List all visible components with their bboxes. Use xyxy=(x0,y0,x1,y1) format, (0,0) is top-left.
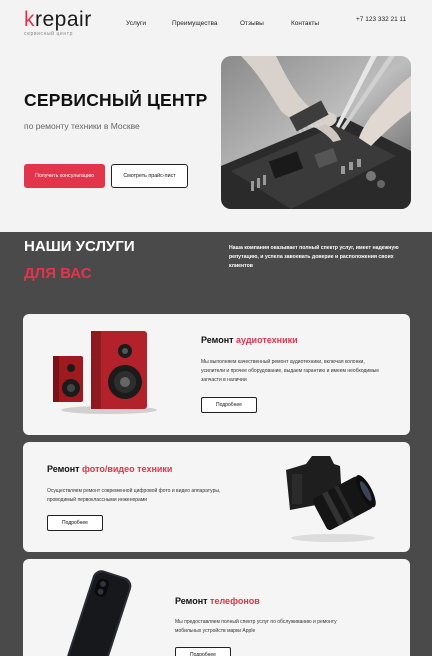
nav-item-reviews[interactable]: Отзывы xyxy=(240,20,264,27)
card-title-photo-video: Ремонт фото/видео техники xyxy=(47,464,173,474)
get-consultation-button[interactable]: Получить консультацию xyxy=(24,164,105,188)
service-card-audio: Ремонт аудиотехники Мы выполняем качеств… xyxy=(23,314,410,435)
view-price-list-button[interactable]: Смотреть прайс-лист xyxy=(111,164,188,188)
service-card-photo-video: Ремонт фото/видео техники Осуществляем р… xyxy=(23,442,410,552)
hero-image xyxy=(221,56,411,209)
more-button-phones[interactable]: Подробнее xyxy=(175,647,231,656)
services-description: Наша компания оказывает полный спектр ус… xyxy=(229,245,399,270)
logo-wordmark: krepair xyxy=(24,8,92,31)
hero-section: krepair сервисный центр Услуги Преимущес… xyxy=(0,0,432,232)
nav-item-contacts[interactable]: Контакты xyxy=(291,20,319,27)
card-text-photo-video: Осуществляем ремонт современной цифровой… xyxy=(47,488,221,503)
logo-subtitle: сервисный центр xyxy=(24,31,73,37)
camera-image xyxy=(278,452,383,544)
card-text-audio: Мы выполняем качественный ремонт аудиоте… xyxy=(201,359,380,383)
services-title: НАШИ УСЛУГИ xyxy=(24,238,135,255)
card-text-phones: Мы предоставляем полный спектр услуг по … xyxy=(175,619,337,634)
services-title-accent: ДЛЯ ВАС xyxy=(24,265,92,282)
more-button-audio[interactable]: Подробнее xyxy=(201,397,257,413)
card-title-audio: Ремонт аудиотехники xyxy=(201,335,298,345)
nav-item-services[interactable]: Услуги xyxy=(126,20,146,27)
speakers-image xyxy=(49,326,159,416)
service-card-phones: Ремонт телефонов Мы предоставляем полный… xyxy=(23,559,410,656)
logo[interactable]: krepair сервисный центр xyxy=(24,9,92,37)
card-title-phones: Ремонт телефонов xyxy=(175,596,260,606)
page-subtitle: по ремонту техники в Москве xyxy=(24,121,140,131)
phone-number[interactable]: +7 123 332 21 11 xyxy=(356,16,406,23)
phone-image xyxy=(57,567,137,656)
more-button-photo-video[interactable]: Подробнее xyxy=(47,515,103,531)
page-title: СЕРВИСНЫЙ ЦЕНТР xyxy=(24,90,208,110)
nav-item-advantages[interactable]: Преимущества xyxy=(172,20,217,27)
